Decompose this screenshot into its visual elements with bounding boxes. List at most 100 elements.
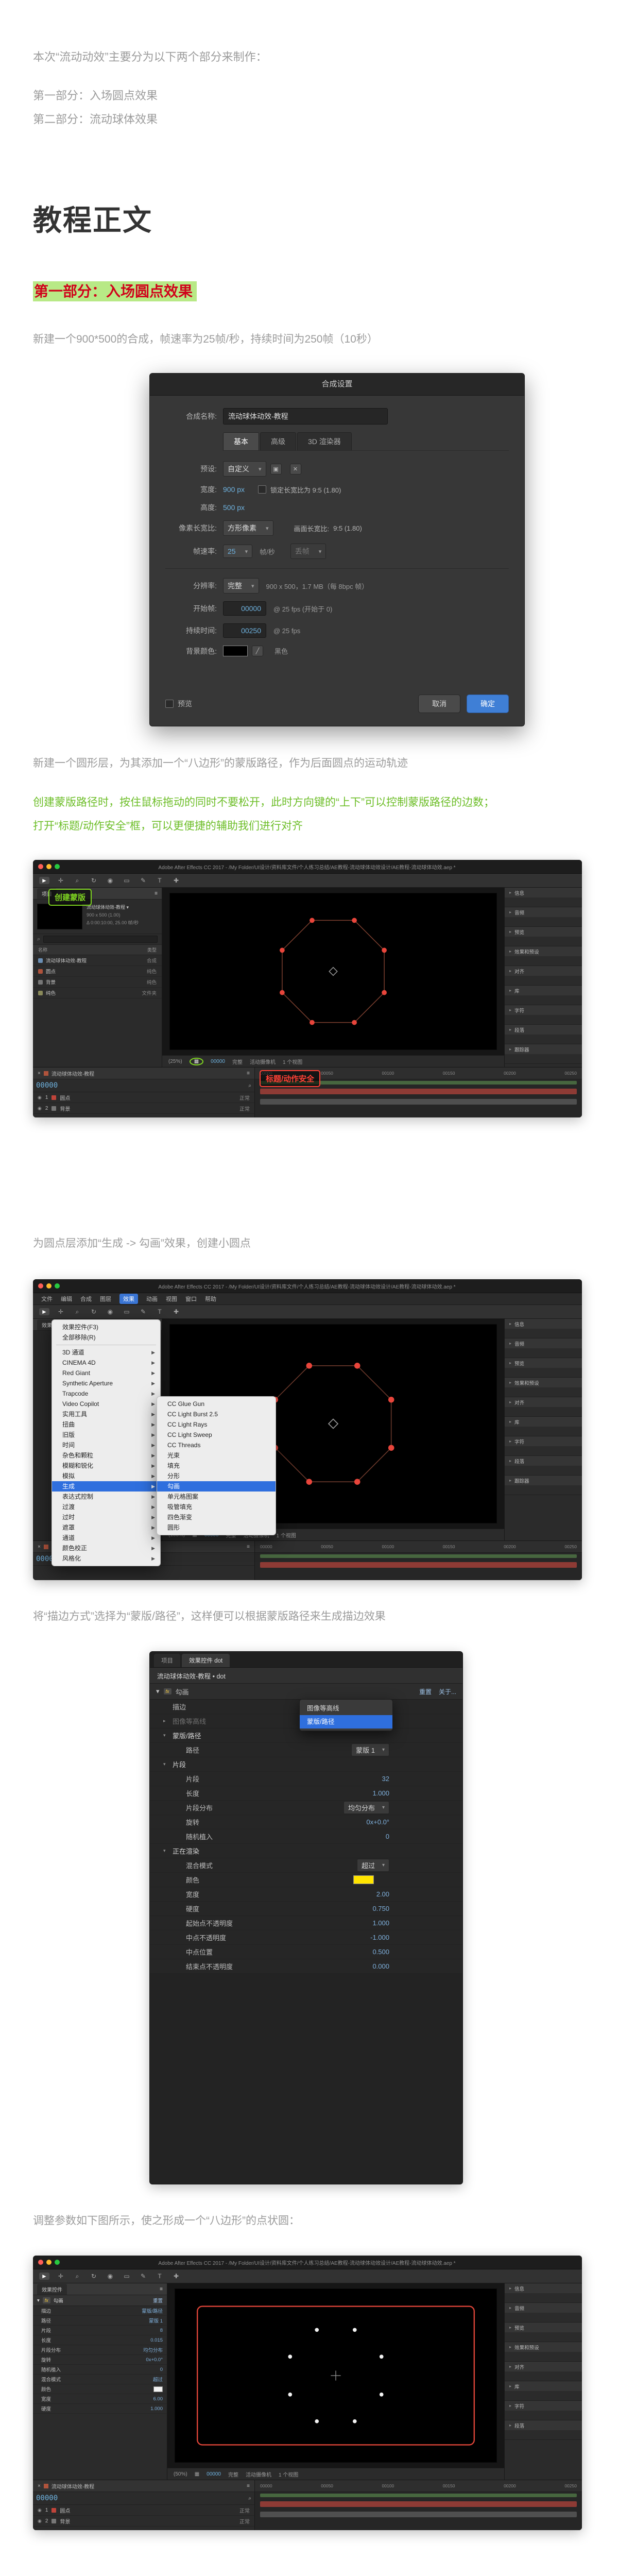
panel-libraries[interactable]: ▸ 库 — [505, 1417, 582, 1427]
layer-row[interactable]: ◉ 1 圆点 正常 — [33, 1092, 254, 1103]
zoom-tool[interactable]: ⌕ — [72, 1308, 82, 1316]
selection-tool[interactable]: ► — [39, 2273, 49, 2280]
layer-row[interactable]: ◉ 2 背景 正常 — [33, 2516, 254, 2527]
submenu-item[interactable]: CC Threads — [157, 1440, 276, 1450]
panel-libraries[interactable]: ▸ 库 — [505, 2381, 582, 2391]
panel-align[interactable]: ▸ 对齐 — [505, 1397, 582, 1407]
pen-tool[interactable]: ✎ — [138, 1308, 148, 1315]
property-row[interactable]: 随机植入 0 — [150, 1829, 462, 1844]
property-row[interactable]: 起始点不透明度 1.000 — [150, 1916, 462, 1930]
close-icon[interactable]: × — [38, 1071, 41, 1076]
property-value[interactable]: 0.500 — [372, 1948, 389, 1956]
zoom-level[interactable]: (25%) — [168, 1059, 182, 1064]
property-row[interactable]: 结束点不透明度 0.000 — [150, 1959, 462, 1974]
reset-effect-link[interactable]: 重置 — [153, 2297, 163, 2304]
width-value[interactable]: 900 px — [223, 485, 245, 494]
timeline-search-icon[interactable]: ⌕ — [248, 1083, 251, 1089]
safe-guides-toggle-icon[interactable]: ▦ — [195, 2471, 199, 2477]
layer-name[interactable]: 圆点 — [60, 2506, 70, 2514]
layer-row[interactable]: ◉ 2 背景 正常 — [33, 1103, 254, 1114]
tab-basic[interactable]: 基本 — [223, 432, 259, 450]
window-controls[interactable] — [33, 864, 65, 869]
start-frame-input[interactable]: 00000 — [223, 601, 266, 616]
project-item[interactable]: 流动球体动效-教程 合成 — [33, 955, 162, 966]
pixel-aspect-dropdown[interactable]: 方形像素 ▾ — [223, 520, 273, 536]
timeline-search-icon[interactable]: ⌕ — [248, 2496, 251, 2501]
property-value[interactable]: 0.750 — [372, 1905, 389, 1912]
property-row[interactable]: 中点位置 0.500 — [150, 1945, 462, 1959]
menu-item-category[interactable]: 过渡 ▶ — [52, 1502, 160, 1512]
property-row[interactable]: 长度 0.015 — [33, 2335, 167, 2345]
layer-name[interactable]: 背景 — [60, 2517, 70, 2525]
composition-canvas[interactable] — [175, 2289, 497, 2463]
submenu-item[interactable]: CC Glue Gun — [157, 1399, 276, 1409]
view-layout-select[interactable]: 1 个视图 — [283, 1058, 302, 1065]
blend-mode[interactable]: 正常 — [239, 2506, 250, 2514]
twirl-icon[interactable]: ▾ — [163, 1848, 168, 1854]
panel-tracker[interactable]: ▸ 跟踪器 — [505, 1476, 582, 1485]
camera-tool[interactable]: ◉ — [105, 1308, 115, 1315]
menu-item-category[interactable]: 旧版 ▶ — [52, 1430, 160, 1440]
hand-tool[interactable]: ✛ — [56, 2273, 66, 2280]
panel-align[interactable]: ▸ 对齐 — [505, 2362, 582, 2371]
rotate-tool[interactable]: ↻ — [89, 1308, 99, 1315]
panel-info[interactable]: ▸ 信息 — [505, 2283, 582, 2293]
blend-mode[interactable]: 正常 — [239, 2517, 250, 2525]
project-item[interactable]: 纯色 文件夹 — [33, 988, 162, 998]
twirl-icon[interactable]: ▾ — [163, 1761, 168, 1767]
project-item[interactable]: 圆点 纯色 — [33, 966, 162, 977]
panel-effects-presets[interactable]: ▸ 效果和预设 — [505, 2342, 582, 2352]
submenu-item-stroke[interactable]: 勾画 — [157, 1481, 276, 1492]
text-tool[interactable]: T — [154, 1308, 165, 1315]
submenu-item[interactable]: 圆形 — [157, 1522, 276, 1533]
effect-name[interactable]: 勾画 — [176, 1687, 189, 1697]
menu-item-category[interactable]: 实用工具 ▶ — [52, 1409, 160, 1419]
submenu-item[interactable]: 分形 — [157, 1471, 276, 1481]
rotate-tool[interactable]: ↻ — [89, 877, 99, 884]
project-item[interactable]: 背景 纯色 — [33, 977, 162, 988]
reset-effect-link[interactable]: 重置 — [419, 1687, 432, 1696]
menu-item-category[interactable]: Red Giant ▶ — [52, 1368, 160, 1378]
property-value[interactable]: 0x+0.0° — [366, 1818, 389, 1826]
hand-tool[interactable]: ✛ — [56, 877, 66, 884]
tab-effect-controls[interactable]: 效果控件 — [37, 2283, 67, 2295]
panel-paragraph[interactable]: ▸ 段落 — [505, 2420, 582, 2430]
effect-name[interactable]: 勾画 — [54, 2297, 63, 2304]
menu-item-category[interactable]: 模拟 ▶ — [52, 1471, 160, 1481]
height-value[interactable]: 500 px — [223, 503, 245, 512]
layer-row[interactable]: ◉ 1 圆点 正常 — [33, 2505, 254, 2516]
panel-preview[interactable]: ▸ 预览 — [505, 1358, 582, 1368]
menu-item-remove-all[interactable]: 全部移除(R) — [52, 1332, 160, 1343]
property-row[interactable]: 宽度 6.00 — [33, 2394, 167, 2404]
property-row[interactable]: 旋转 0x+0.0° — [33, 2355, 167, 2365]
panel-effects-presets[interactable]: ▸ 效果和预设 — [505, 1378, 582, 1387]
delete-preset-icon[interactable]: ✕ — [289, 463, 301, 474]
visibility-icon[interactable]: ◉ — [38, 2507, 42, 2513]
resolution-select[interactable]: 完整 — [232, 1058, 243, 1065]
submenu-item[interactable]: 吸管填充 — [157, 1502, 276, 1512]
window-controls[interactable] — [33, 2260, 65, 2265]
duration-input[interactable]: 00250 — [223, 623, 266, 638]
current-time-display[interactable]: 00000 — [36, 1081, 58, 1090]
menu-item-category[interactable]: 3D 通道 ▶ — [52, 1347, 160, 1358]
layer-name[interactable]: 圆点 — [60, 1094, 70, 1101]
submenu-item[interactable]: 单元格图案 — [157, 1492, 276, 1502]
property-row[interactable]: 路径 蒙版 1 ▾ — [150, 1743, 462, 1757]
camera-tool[interactable]: ◉ — [105, 877, 115, 884]
visibility-icon[interactable]: ◉ — [38, 1106, 42, 1111]
property-row[interactable]: 混合模式 超过 — [33, 2375, 167, 2384]
panel-preview[interactable]: ▸ 预览 — [505, 2323, 582, 2332]
panel-character[interactable]: ▸ 字符 — [505, 1005, 582, 1015]
menu-item-category[interactable]: 时间 ▶ — [52, 1440, 160, 1450]
submenu-item[interactable]: CC Light Rays — [157, 1419, 276, 1430]
property-row[interactable]: 片段分布 均匀分布 ▾ — [150, 1801, 462, 1815]
menu-item-category[interactable]: 杂色和颗粒 ▶ — [52, 1450, 160, 1461]
menu-item-generate[interactable]: 生成 ▶ — [52, 1481, 160, 1492]
timeline-comp-tab[interactable]: 流动球体动效-教程 — [52, 1070, 94, 1077]
twirl-icon[interactable]: ▾ — [163, 1733, 168, 1738]
panel-effects-presets[interactable]: ▸ 效果和预设 — [505, 946, 582, 956]
twirl-icon[interactable]: ▸ — [163, 1718, 168, 1724]
layer-name[interactable]: 背景 — [60, 1105, 70, 1112]
panel-character[interactable]: ▸ 字符 — [505, 1436, 582, 1446]
dropdown-option[interactable]: 图像等高线 — [300, 1702, 392, 1715]
